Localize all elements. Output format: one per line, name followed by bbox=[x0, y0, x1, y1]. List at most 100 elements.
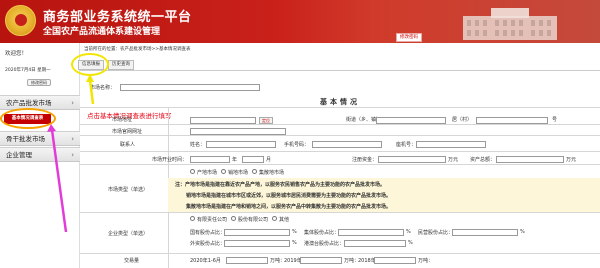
top-banner: 商务部业务系统统一平台 全国农产品流通体系建设管理 修改密码 bbox=[0, 0, 600, 43]
registered-capital-label: 注册资金： bbox=[352, 157, 378, 163]
tonnage-unit: 万吨： bbox=[270, 258, 286, 264]
sidebar-item-label: 骨干批发市场 bbox=[6, 135, 45, 143]
highlight-circle-sidebar bbox=[0, 108, 56, 129]
foreign-share-input[interactable] bbox=[224, 240, 290, 247]
chevron-right-icon: › bbox=[71, 135, 74, 143]
state-share-input[interactable] bbox=[224, 229, 290, 236]
chevron-right-icon: › bbox=[71, 99, 74, 107]
market-name-input[interactable] bbox=[120, 84, 260, 91]
radio-distribution-market[interactable] bbox=[252, 169, 257, 174]
website-input[interactable] bbox=[190, 128, 286, 135]
tonnage-unit: 万吨： bbox=[344, 258, 360, 264]
mobile-label: 手机号码： bbox=[284, 142, 310, 148]
radio-sales-market[interactable] bbox=[221, 169, 226, 174]
mobile-input[interactable] bbox=[312, 141, 382, 148]
private-share-label: 民营股份占比： bbox=[418, 230, 454, 236]
percent-unit: % bbox=[408, 240, 413, 246]
contact-label: 联系人 bbox=[120, 142, 136, 148]
total-assets-label: 资产总额： bbox=[470, 157, 496, 163]
trade-volume-2018-input[interactable] bbox=[374, 257, 416, 264]
trade-volume-label: 交易量 bbox=[124, 258, 140, 264]
trade-period-2020: 2020年1-6月 bbox=[190, 258, 221, 264]
option-sales-market: 销地市场 bbox=[228, 170, 249, 176]
table-row-divider bbox=[80, 107, 600, 108]
landline-label: 座机号： bbox=[396, 142, 417, 148]
note-distribution-market: 集散地市场是指建在产地和销地之间，以服务农产品中转集散为主要功能的农产品批发市场… bbox=[186, 204, 392, 210]
registered-capital-input[interactable] bbox=[378, 156, 446, 163]
capital-unit: 万元 bbox=[448, 157, 459, 163]
percent-unit: % bbox=[292, 229, 297, 235]
option-joint-stock: 股份有限公司 bbox=[238, 217, 269, 223]
breadcrumb: 当前所在的位置：农产品批发市场>>基本情况调查表 bbox=[84, 47, 191, 52]
market-address-input[interactable] bbox=[190, 117, 256, 124]
trade-volume-2020-input[interactable] bbox=[226, 257, 268, 264]
contact-name-label: 姓名： bbox=[190, 142, 206, 148]
sidebar-item-label: 企业管理 bbox=[6, 151, 32, 159]
highlight-circle-tab bbox=[71, 53, 109, 76]
option-other: 其他 bbox=[279, 217, 290, 223]
radio-origin-market[interactable] bbox=[190, 169, 195, 174]
state-share-label: 国有股份占比： bbox=[190, 230, 226, 236]
month-unit: 月 bbox=[266, 157, 272, 163]
welcome-text: 欢迎您！ bbox=[5, 51, 28, 57]
contact-name-input[interactable] bbox=[206, 141, 276, 148]
private-share-input[interactable] bbox=[452, 229, 518, 236]
percent-unit: % bbox=[520, 229, 525, 235]
open-year-input[interactable] bbox=[190, 156, 230, 163]
number-label: 号 bbox=[552, 117, 558, 123]
radio-joint-stock[interactable] bbox=[231, 216, 236, 221]
year-unit: 年 bbox=[232, 157, 238, 163]
sidebar-item-label: 农产品批发市场 bbox=[6, 99, 52, 107]
option-origin-market: 产地市场 bbox=[197, 170, 218, 176]
modify-password-button[interactable]: 修改密码 bbox=[27, 79, 51, 86]
market-name-label: 市场名称： bbox=[90, 85, 116, 91]
note-sales-market: 销地市场是指建在城市市区或近郊，以服务城市居民消费需要为主要功能的农产品批发市场… bbox=[186, 193, 392, 199]
sidebar-item-enterprise-management[interactable]: 企业管理 › bbox=[0, 147, 80, 162]
section-title: 基本情况 bbox=[320, 98, 360, 106]
table-row-divider bbox=[80, 164, 600, 165]
ministry-building-icon bbox=[463, 8, 557, 40]
tab-divider bbox=[80, 70, 600, 71]
assets-unit: 万元 bbox=[566, 157, 577, 163]
collective-share-label: 集体股份占比： bbox=[304, 230, 340, 236]
hk-macao-tw-share-label: 港澳台股份占比： bbox=[304, 241, 345, 247]
open-date-label: 市场开业时间： bbox=[152, 157, 188, 163]
header-password-link[interactable]: 修改密码 bbox=[396, 33, 422, 42]
percent-unit: % bbox=[292, 240, 297, 246]
table-row-divider bbox=[80, 151, 600, 152]
market-address-label: 市场地址 bbox=[112, 117, 133, 123]
chevron-right-icon: › bbox=[71, 151, 74, 159]
landline-input[interactable] bbox=[416, 141, 486, 148]
foreign-share-label: 外资股份占比： bbox=[190, 241, 226, 247]
village-label: 居（村） bbox=[452, 117, 473, 123]
market-type-label: 市场类型（单选） bbox=[108, 187, 149, 193]
table-row-divider bbox=[80, 253, 600, 254]
option-distribution-market: 集散地市场 bbox=[259, 170, 285, 176]
option-limited-liability: 有限责任公司 bbox=[197, 217, 228, 223]
radio-other[interactable] bbox=[272, 216, 277, 221]
website-label: 市场官网网址 bbox=[112, 129, 143, 135]
collective-share-input[interactable] bbox=[338, 229, 404, 236]
table-row-divider bbox=[80, 124, 600, 125]
platform-title: 商务部业务系统统一平台 bbox=[43, 10, 192, 25]
tonnage-unit: 万吨： bbox=[418, 258, 434, 264]
total-assets-input[interactable] bbox=[496, 156, 564, 163]
open-month-input[interactable] bbox=[242, 156, 264, 163]
radio-limited-liability[interactable] bbox=[190, 216, 195, 221]
table-row-divider bbox=[80, 135, 600, 136]
street-input[interactable] bbox=[376, 117, 446, 124]
platform-subtitle: 全国农产品流通体系建设管理 bbox=[43, 27, 161, 37]
enterprise-type-label: 企业类型（单选） bbox=[108, 231, 149, 237]
village-input[interactable] bbox=[476, 117, 548, 124]
national-emblem-icon bbox=[5, 5, 36, 36]
current-date: 2020年7月4日 星期一 bbox=[5, 68, 51, 73]
table-row-divider bbox=[80, 212, 600, 213]
trade-volume-2019-input[interactable] bbox=[300, 257, 342, 264]
percent-unit: % bbox=[406, 229, 411, 235]
note-origin-market: 注：产地市场是指建在靠近农产品产地，以服务农民销售农产品为主要功能的农产品批发市… bbox=[175, 182, 386, 188]
locate-button[interactable]: 定位 bbox=[259, 117, 273, 124]
hk-macao-tw-share-input[interactable] bbox=[344, 240, 406, 247]
tab-history-query[interactable]: 历史查询 bbox=[108, 60, 134, 70]
sidebar-item-backbone-market[interactable]: 骨干批发市场 › bbox=[0, 131, 80, 146]
sidebar-item-agri-wholesale-market[interactable]: 农产品批发市场 › bbox=[0, 95, 80, 110]
